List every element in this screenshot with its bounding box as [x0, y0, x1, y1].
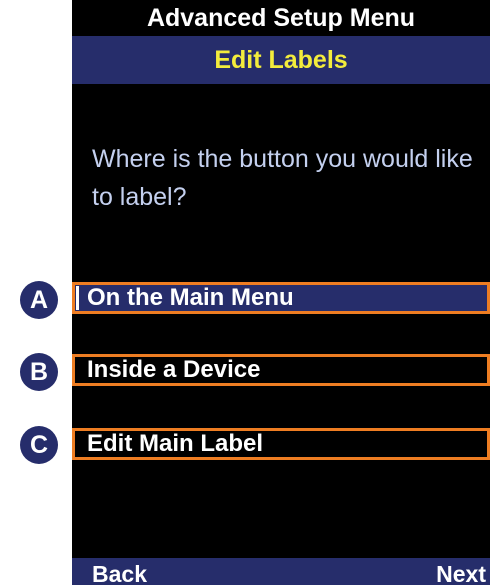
device-screen: Advanced Setup Menu Edit Labels Where is…: [72, 0, 490, 585]
menu-option-inside-device[interactable]: Inside a Device: [72, 354, 490, 386]
menu-option-label: Inside a Device: [87, 356, 261, 383]
callout-badge-b: B: [20, 353, 58, 391]
back-softkey[interactable]: Back: [92, 558, 147, 585]
softkey-bar: Back Next: [72, 558, 490, 585]
menu-option-edit-main-label[interactable]: Edit Main Label: [72, 428, 490, 460]
menu-option-main-menu[interactable]: On the Main Menu: [72, 282, 490, 314]
prompt-text: Where is the button you would like to la…: [92, 145, 473, 211]
menu-option-label: On the Main Menu: [87, 284, 294, 311]
menu-option-label: Edit Main Label: [87, 430, 264, 457]
callout-badge-c: C: [20, 426, 58, 464]
screen-subtitle: Edit Labels: [72, 36, 490, 84]
screen-title: Advanced Setup Menu: [72, 0, 490, 36]
callout-badge-a: A: [20, 281, 58, 319]
next-softkey[interactable]: Next: [436, 558, 486, 585]
